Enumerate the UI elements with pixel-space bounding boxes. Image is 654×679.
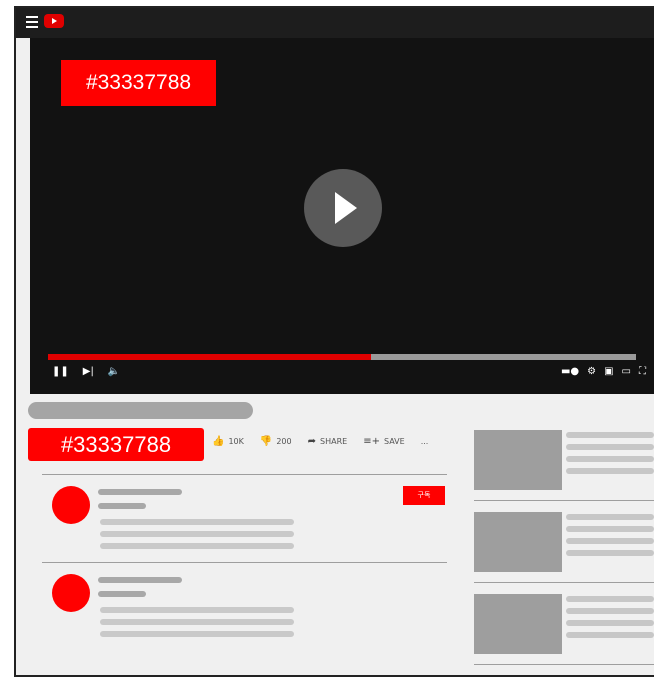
top-bar [16, 8, 654, 38]
avatar[interactable] [52, 486, 90, 524]
meta-placeholder [566, 468, 654, 474]
share-button[interactable]: ➦ SHARE [308, 436, 348, 447]
comment-text-placeholder [100, 631, 294, 637]
meta-placeholder [566, 456, 654, 462]
channel-label[interactable]: #33337788 [28, 428, 204, 461]
autoplay-toggle-icon[interactable]: ▬● [561, 366, 579, 378]
avatar[interactable] [52, 574, 90, 612]
play-icon[interactable] [304, 169, 382, 247]
subscribe-button[interactable]: 구독 [403, 486, 445, 505]
meta-placeholder [566, 620, 654, 626]
save-label: SAVE [383, 437, 405, 446]
comment-item [42, 568, 447, 646]
share-label: SHARE [320, 437, 348, 446]
progress-bar[interactable] [48, 354, 636, 360]
title-placeholder [566, 526, 654, 532]
volume-icon[interactable]: 🔈 [108, 366, 120, 378]
divider [42, 562, 447, 563]
thumbs-up-icon: 👍 [212, 436, 225, 447]
video-actions: 👍 10K 👎 200 ➦ SHARE ≡+ SAVE ... [212, 436, 428, 447]
title-placeholder [566, 432, 654, 438]
more-button[interactable]: ... [421, 437, 429, 446]
meta-placeholder [566, 550, 654, 556]
thumbs-down-icon: 👎 [259, 436, 273, 447]
comment-text-placeholder [100, 619, 294, 625]
comment-author-placeholder [98, 489, 182, 495]
thumbnail[interactable] [474, 512, 562, 572]
divider [474, 664, 654, 665]
player-controls-left: ❚❚ ▶| 🔈 [52, 366, 120, 378]
fullscreen-icon[interactable]: ⛶ [639, 366, 646, 378]
share-icon: ➦ [307, 436, 317, 447]
title-placeholder [566, 608, 654, 614]
player-controls-right: ▬● ⚙ ▣ ▭ ⛶ [561, 366, 646, 378]
divider [474, 582, 654, 583]
recommended-video[interactable] [474, 430, 654, 494]
progress-fill [48, 354, 372, 360]
pause-icon[interactable]: ❚❚ [52, 366, 69, 378]
divider [42, 474, 447, 475]
title-placeholder [566, 444, 654, 450]
save-button[interactable]: ≡+ SAVE [363, 436, 404, 447]
video-title-placeholder [28, 402, 253, 419]
recommended-video[interactable] [474, 512, 654, 576]
video-id-label: #33337788 [61, 60, 216, 106]
meta-placeholder [566, 632, 654, 638]
thumbnail[interactable] [474, 430, 562, 490]
menu-icon[interactable] [26, 16, 38, 28]
divider [474, 500, 654, 501]
like-button[interactable]: 👍 10K [212, 436, 244, 447]
miniplayer-icon[interactable]: ▣ [604, 366, 613, 378]
next-icon[interactable]: ▶| [83, 366, 94, 378]
comment-meta-placeholder [98, 503, 146, 509]
comment-text-placeholder [100, 531, 294, 537]
comment-item: 구독 [42, 480, 447, 558]
like-count: 10K [228, 437, 244, 446]
title-placeholder [566, 514, 654, 520]
dislike-count: 200 [276, 437, 292, 446]
recommended-video[interactable] [474, 594, 654, 658]
meta-placeholder [566, 538, 654, 544]
comment-text-placeholder [100, 519, 294, 525]
comment-meta-placeholder [98, 591, 146, 597]
youtube-logo-icon[interactable] [44, 14, 64, 28]
title-placeholder [566, 596, 654, 602]
playlist-add-icon: ≡+ [363, 436, 380, 447]
comment-author-placeholder [98, 577, 182, 583]
thumbnail[interactable] [474, 594, 562, 654]
comment-text-placeholder [100, 543, 294, 549]
theater-mode-icon[interactable]: ▭ [622, 366, 631, 378]
more-icon: ... [420, 437, 429, 446]
comment-text-placeholder [100, 607, 294, 613]
video-player[interactable]: #33337788 ❚❚ ▶| 🔈 ▬● ⚙ ▣ ▭ ⛶ [30, 38, 654, 394]
dislike-button[interactable]: 👎 200 [260, 436, 292, 447]
settings-icon[interactable]: ⚙ [587, 366, 596, 378]
